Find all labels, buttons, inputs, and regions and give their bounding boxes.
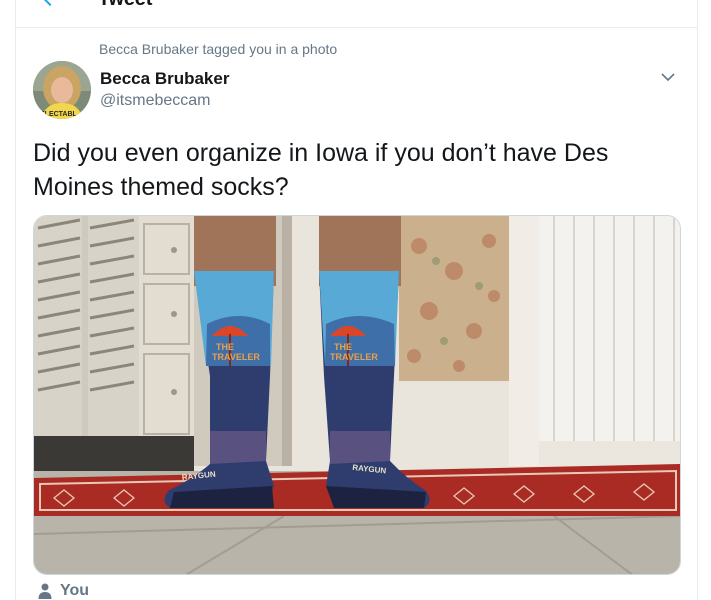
tweet-text: Did you even organize in Iowa if you don… (33, 139, 609, 201)
sock-print-line-1: THE (216, 342, 234, 352)
tweet-photo[interactable]: THE TRAVELER RAYGUN THE TRAVELER RAYGUN (33, 215, 681, 575)
tagged-user-label: You (60, 582, 90, 599)
tagged-users-row[interactable]: You (38, 582, 89, 600)
social-context[interactable]: Becca Brubaker tagged you in a photo (99, 41, 337, 57)
sock-print-line-2-right: TRAVELER (330, 352, 378, 362)
author-name[interactable]: Becca Brubaker (100, 69, 229, 89)
author-handle[interactable]: @itsmebeccam (100, 92, 211, 110)
page-title: Tweet (98, 0, 152, 11)
sock-print-line-1-right: THE (334, 342, 352, 352)
svg-text:ELECTABL: ELECTABL (40, 111, 78, 118)
sock-print-line-2: TRAVELER (212, 352, 260, 362)
chevron-down-icon[interactable] (659, 68, 677, 86)
person-icon (38, 583, 52, 599)
avatar[interactable]: ELECTABL (33, 61, 91, 119)
arrow-left-icon[interactable] (38, 0, 62, 10)
top-bar: Tweet (16, 0, 697, 28)
tweet-column: Tweet Becca Brubaker tagged you in a pho… (15, 0, 698, 600)
